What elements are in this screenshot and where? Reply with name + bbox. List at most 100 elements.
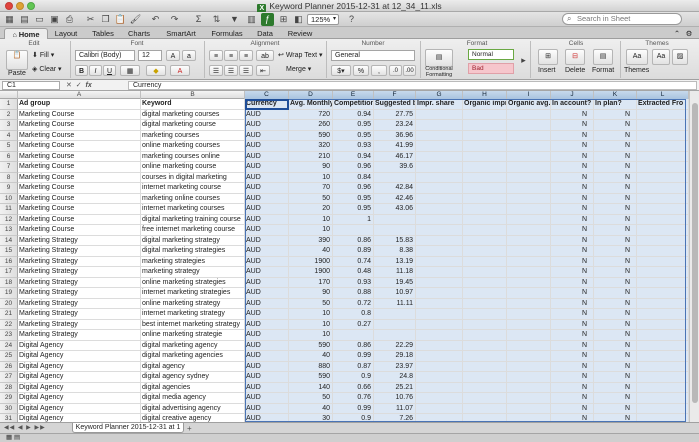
table-cell[interactable]: 24.8 bbox=[374, 372, 416, 383]
table-cell[interactable]: 8.38 bbox=[374, 246, 416, 257]
row-number[interactable]: 14 bbox=[0, 235, 18, 246]
table-cell[interactable]: AUD bbox=[245, 414, 289, 422]
table-cell[interactable]: 50 bbox=[289, 193, 333, 204]
row-number[interactable]: 9 bbox=[0, 183, 18, 194]
table-cell[interactable]: N bbox=[551, 393, 594, 404]
table-cell[interactable]: Marketing Course bbox=[18, 204, 141, 215]
font-name-select[interactable]: Calibri (Body) bbox=[75, 50, 135, 61]
table-cell[interactable]: AUD bbox=[245, 330, 289, 341]
table-cell[interactable]: N bbox=[594, 361, 637, 372]
table-cell[interactable]: 0.84 bbox=[333, 172, 374, 183]
table-cell[interactable] bbox=[507, 351, 551, 362]
open-folder-icon[interactable]: ▭ bbox=[33, 13, 46, 26]
table-cell[interactable]: N bbox=[594, 109, 637, 120]
table-cell[interactable]: 50 bbox=[289, 298, 333, 309]
table-cell[interactable]: 42.46 bbox=[374, 193, 416, 204]
table-cell[interactable] bbox=[637, 204, 689, 215]
table-cell[interactable] bbox=[463, 340, 507, 351]
table-cell[interactable]: 11.18 bbox=[374, 267, 416, 278]
underline-button[interactable]: U bbox=[103, 65, 116, 76]
table-cell[interactable]: N bbox=[551, 361, 594, 372]
column-header-l[interactable]: L bbox=[637, 91, 689, 99]
table-cell[interactable]: AUD bbox=[245, 288, 289, 299]
table-cell[interactable]: 10 bbox=[289, 172, 333, 183]
table-cell[interactable] bbox=[416, 130, 463, 141]
bold-button[interactable]: B bbox=[75, 65, 88, 76]
table-cell[interactable] bbox=[463, 351, 507, 362]
table-cell[interactable] bbox=[637, 414, 689, 422]
table-cell[interactable]: N bbox=[551, 256, 594, 267]
table-cell[interactable] bbox=[637, 351, 689, 362]
table-cell[interactable]: N bbox=[551, 162, 594, 173]
table-cell[interactable]: 20 bbox=[289, 204, 333, 215]
header-cell[interactable]: In plan? bbox=[594, 99, 637, 110]
table-cell[interactable] bbox=[637, 235, 689, 246]
format-cells-button[interactable]: ▤ bbox=[593, 49, 613, 65]
table-cell[interactable]: 10 bbox=[289, 319, 333, 330]
cancel-icon[interactable]: ✕ bbox=[66, 82, 72, 89]
table-cell[interactable] bbox=[463, 162, 507, 173]
table-cell[interactable]: digital marketing agencies bbox=[141, 351, 245, 362]
table-cell[interactable]: 40 bbox=[289, 351, 333, 362]
table-cell[interactable] bbox=[416, 193, 463, 204]
header-cell[interactable]: Ad group bbox=[18, 99, 141, 110]
table-cell[interactable]: 590 bbox=[289, 372, 333, 383]
table-cell[interactable] bbox=[637, 330, 689, 341]
clear-button[interactable]: ◈ Clear ▾ bbox=[32, 65, 62, 75]
table-cell[interactable]: Marketing Course bbox=[18, 151, 141, 162]
table-cell[interactable]: AUD bbox=[245, 277, 289, 288]
table-cell[interactable]: 42.84 bbox=[374, 183, 416, 194]
delete-cells-button[interactable]: ⊟ bbox=[565, 49, 585, 65]
table-cell[interactable] bbox=[416, 109, 463, 120]
row-number[interactable]: 17 bbox=[0, 267, 18, 278]
table-cell[interactable]: 70 bbox=[289, 183, 333, 194]
table-cell[interactable] bbox=[507, 141, 551, 152]
table-cell[interactable]: N bbox=[551, 204, 594, 215]
table-cell[interactable]: N bbox=[551, 414, 594, 422]
row-number[interactable]: 7 bbox=[0, 162, 18, 173]
table-cell[interactable] bbox=[463, 172, 507, 183]
table-cell[interactable]: N bbox=[594, 382, 637, 393]
table-cell[interactable]: AUD bbox=[245, 151, 289, 162]
table-cell[interactable]: Marketing Course bbox=[18, 183, 141, 194]
help-icon[interactable]: ? bbox=[345, 13, 358, 26]
table-cell[interactable]: N bbox=[551, 340, 594, 351]
table-cell[interactable] bbox=[463, 193, 507, 204]
table-cell[interactable]: N bbox=[551, 403, 594, 414]
tab-data[interactable]: Data bbox=[252, 28, 278, 39]
table-cell[interactable]: N bbox=[594, 204, 637, 215]
table-cell[interactable] bbox=[507, 172, 551, 183]
table-cell[interactable] bbox=[507, 204, 551, 215]
tab-layout[interactable]: Layout bbox=[50, 28, 82, 39]
table-cell[interactable]: N bbox=[551, 382, 594, 393]
header-cell[interactable]: Extracted Fro bbox=[637, 99, 689, 110]
table-cell[interactable]: AUD bbox=[245, 319, 289, 330]
table-cell[interactable] bbox=[416, 141, 463, 152]
column-header-a[interactable]: A bbox=[18, 91, 141, 99]
table-cell[interactable]: Digital Agency bbox=[18, 372, 141, 383]
table-cell[interactable]: N bbox=[551, 309, 594, 320]
table-cell[interactable]: digital marketing agency bbox=[141, 340, 245, 351]
table-cell[interactable] bbox=[507, 214, 551, 225]
table-cell[interactable] bbox=[507, 361, 551, 372]
table-cell[interactable]: 0.95 bbox=[333, 193, 374, 204]
table-cell[interactable]: AUD bbox=[245, 256, 289, 267]
table-cell[interactable]: N bbox=[551, 109, 594, 120]
sheet-tab[interactable]: Keyword Planner 2015-12-31 at 1 bbox=[72, 423, 184, 433]
table-cell[interactable] bbox=[463, 225, 507, 236]
table-cell[interactable]: Marketing Course bbox=[18, 172, 141, 183]
align-right-button[interactable]: ☰ bbox=[239, 65, 253, 76]
row-number[interactable]: 2 bbox=[0, 109, 18, 120]
table-cell[interactable]: 0.96 bbox=[333, 162, 374, 173]
table-cell[interactable]: Digital Agency bbox=[18, 393, 141, 404]
table-cell[interactable]: 0.95 bbox=[333, 204, 374, 215]
table-cell[interactable] bbox=[416, 309, 463, 320]
table-cell[interactable] bbox=[416, 172, 463, 183]
table-cell[interactable] bbox=[463, 151, 507, 162]
table-cell[interactable]: internet marketing strategies bbox=[141, 288, 245, 299]
table-cell[interactable] bbox=[416, 382, 463, 393]
table-cell[interactable] bbox=[416, 319, 463, 330]
table-cell[interactable] bbox=[374, 172, 416, 183]
table-cell[interactable]: online marketing courses bbox=[141, 141, 245, 152]
table-cell[interactable]: 7.26 bbox=[374, 414, 416, 422]
